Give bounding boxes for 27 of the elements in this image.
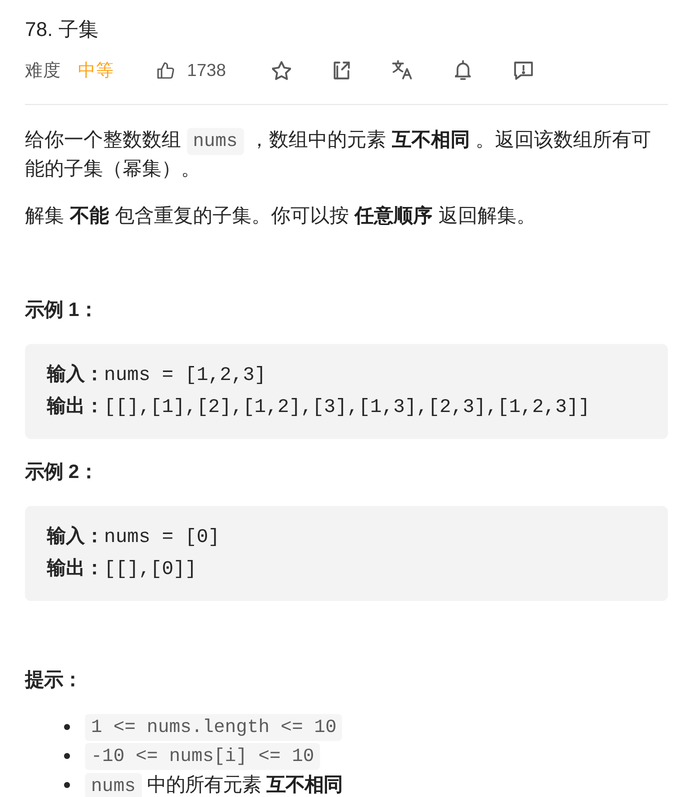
list-item-text: nums 中的所有元素 互不相同 bbox=[85, 770, 342, 797]
bullet-icon bbox=[64, 753, 70, 759]
code-line: 输入：nums = [1,2,3] bbox=[47, 362, 267, 388]
star-icon[interactable] bbox=[272, 60, 291, 80]
paragraph: 解集 不能 包含重复的子集。你可以按 任意顺序 返回解集。 bbox=[25, 204, 538, 228]
inline-code: -10 <= nums[i] <= 10 bbox=[85, 742, 320, 770]
share-icon[interactable] bbox=[332, 60, 351, 80]
example-heading: 示例 1： bbox=[25, 298, 98, 322]
translate-icon[interactable] bbox=[392, 60, 412, 80]
inline-code: nums bbox=[85, 772, 142, 797]
difficulty-value: 中等 bbox=[78, 59, 114, 82]
difficulty-label: 难度 bbox=[25, 59, 61, 82]
code-line: 输出：[[],[0]] bbox=[47, 556, 198, 582]
like-button[interactable]: 1738 bbox=[155, 60, 229, 80]
bullet-icon bbox=[64, 724, 70, 730]
code-line: 输入：nums = [0] bbox=[47, 524, 221, 550]
speech-bubble-icon[interactable] bbox=[514, 60, 533, 80]
thumbs-up-icon[interactable] bbox=[155, 60, 176, 80]
paragraph: 给你一个整数数组 nums ，数组中的元素 互不相同 。返回该数组所有可能的子集（幂集）。 bbox=[25, 126, 652, 182]
inline-code: 1 <= nums.length <= 10 bbox=[85, 714, 342, 740]
bell-icon[interactable] bbox=[455, 60, 471, 80]
bullet-icon bbox=[64, 782, 70, 788]
hints-heading: 提示： bbox=[25, 668, 82, 692]
inline-code: nums bbox=[186, 128, 244, 154]
code-line: 输出：[[],[1],[2],[1,2],[3],[1,3],[2,3],[1,2,3]] bbox=[47, 394, 591, 420]
problem-title: 78. 子集 bbox=[25, 18, 100, 43]
example-heading: 示例 2： bbox=[25, 460, 98, 484]
